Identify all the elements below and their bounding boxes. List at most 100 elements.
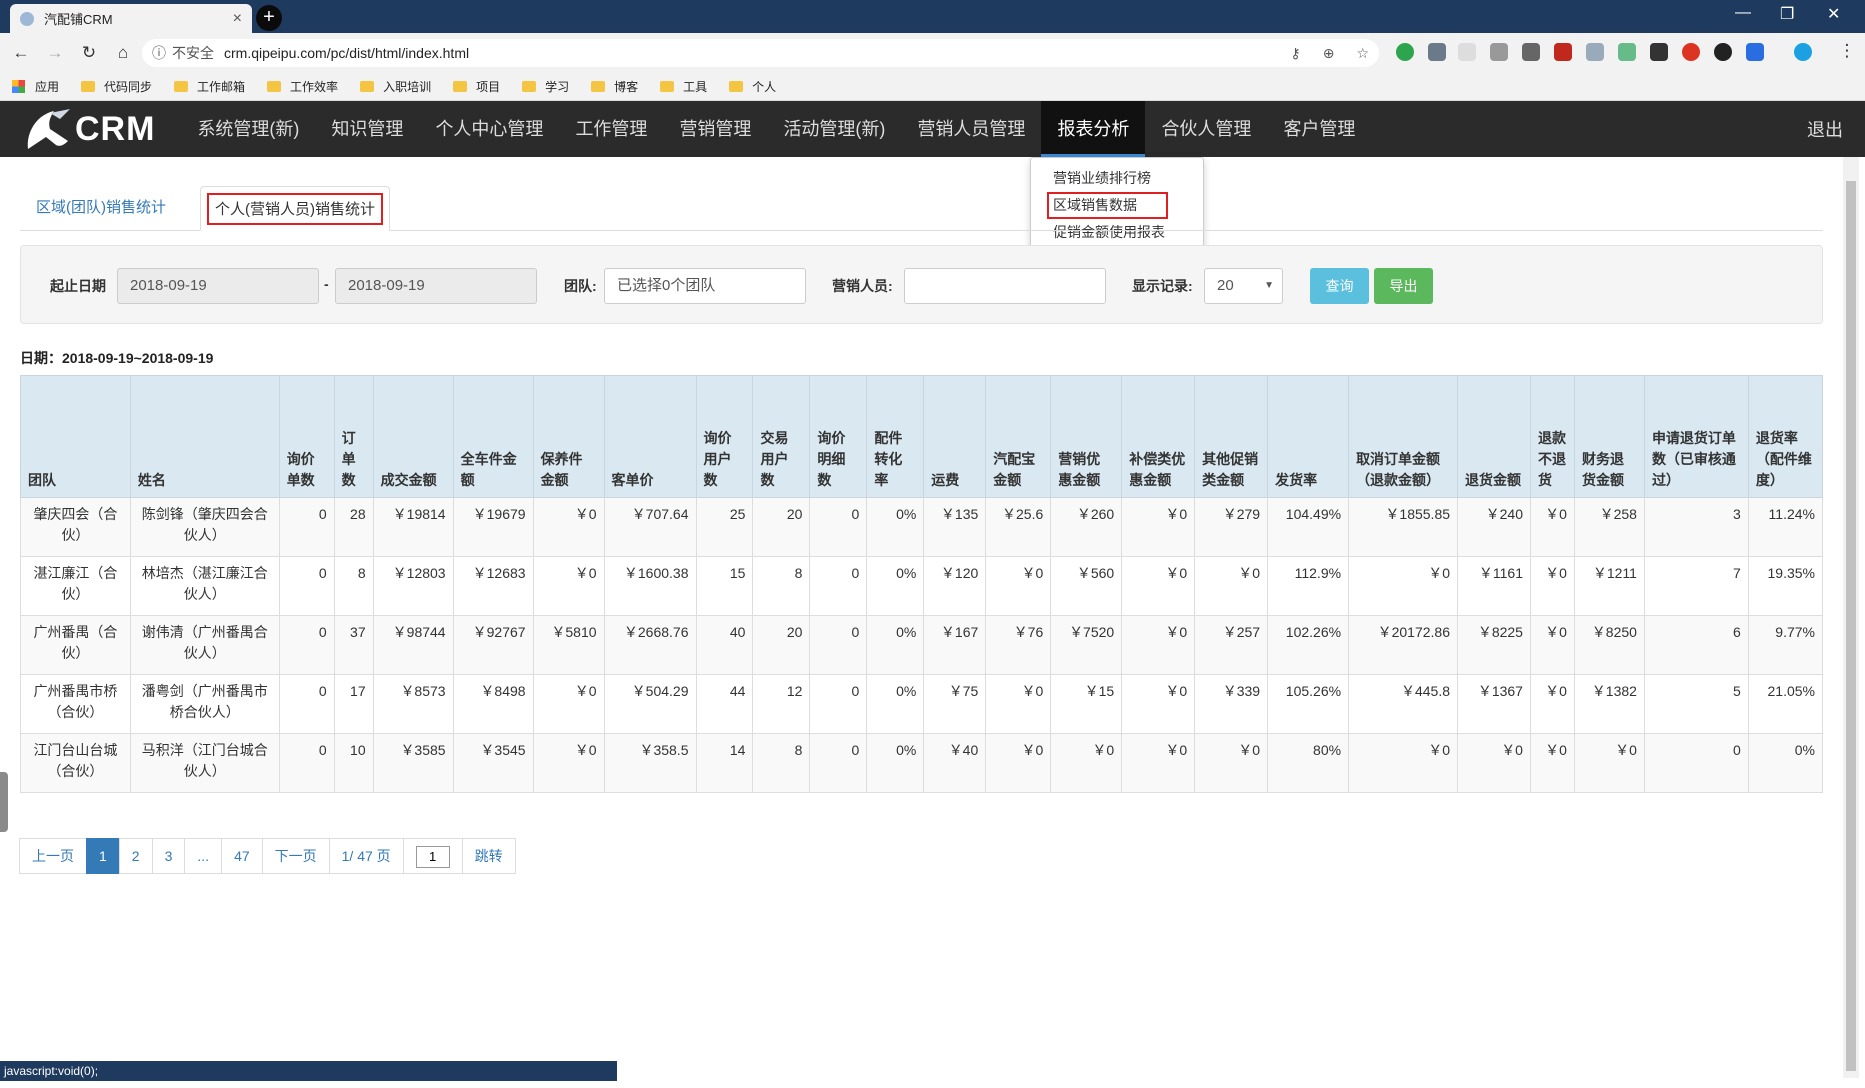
nav-activity[interactable]: 活动管理(新) [767,101,901,157]
pagination: 上一页 1 2 3 ... 47 下一页 1/ 47 页 跳转 [19,838,516,874]
table-cell: 湛江廉江（合伙） [20,556,131,616]
extension-icon[interactable] [1714,43,1732,61]
table-cell: 14 [695,733,754,793]
status-bar: javascript:void(0); [0,1061,617,1081]
nav-partners[interactable]: 合伙人管理 [1145,101,1267,157]
bookmark-folder[interactable]: 工作邮箱 [174,78,245,95]
helmet-logo-icon [27,109,70,149]
bookmark-apps[interactable]: 应用 [12,78,59,95]
adblock-icon[interactable] [1554,43,1572,61]
date-from-input[interactable]: 2018-09-19 [117,268,319,304]
extension-icon[interactable] [1490,43,1508,61]
extension-icon[interactable] [1522,43,1540,61]
extension-icon[interactable] [1650,43,1668,61]
table-cell: ￥0 [985,733,1052,793]
bookmark-folder[interactable]: 个人 [729,78,776,95]
menu-icon[interactable]: ⋮ [1834,41,1860,61]
extension-icon[interactable] [1428,43,1446,61]
bookmark-folder[interactable]: 代码同步 [81,78,152,95]
col-header: 退货金额 [1457,375,1531,498]
pinterest-icon[interactable] [1682,43,1700,61]
extension-icon[interactable] [1586,43,1604,61]
prev-page-button[interactable]: 上一页 [19,838,87,874]
bookmark-folder[interactable]: 工具 [660,78,707,95]
apps-icon [12,80,25,93]
team-select[interactable]: 已选择0个团队 [604,268,806,304]
scrollbar-thumb[interactable] [1846,181,1856,1071]
sales-staff-input[interactable] [904,268,1106,304]
table-cell: ￥8225 [1457,615,1531,675]
tab-regional-team[interactable]: 区域(团队)销售统计 [20,186,182,231]
table-cell: 0% [1747,733,1824,793]
folder-icon [81,81,96,92]
reload-icon[interactable]: ↻ [76,43,102,63]
table-cell: ￥76 [985,615,1052,675]
home-icon[interactable]: ⌂ [110,43,136,63]
close-window-icon[interactable]: ✕ [1827,4,1840,24]
back-icon[interactable]: ← [8,43,34,63]
nav-customers[interactable]: 客户管理 [1267,101,1371,157]
table-cell: ￥0 [1121,556,1196,616]
page-jump-input[interactable] [415,845,450,868]
col-header: 补偿类优惠金额 [1121,375,1196,498]
table-cell: 3 [1643,497,1749,557]
nav-personal-center[interactable]: 个人中心管理 [419,101,559,157]
extension-icon[interactable] [1746,43,1764,61]
table-cell: 广州番禺市桥（合伙） [20,674,131,734]
star-icon[interactable]: ☆ [1356,45,1369,62]
folder-icon [267,81,282,92]
extension-icon[interactable] [1396,43,1414,61]
table-cell: ￥0 [1121,733,1196,793]
table-cell: ￥0 [532,733,605,793]
folder-icon [522,81,537,92]
records-label: 显示记录: [1132,278,1193,294]
side-drawer-handle[interactable] [0,772,8,832]
date-range-label: 起止日期 [50,278,106,294]
page-47-button[interactable]: 47 [221,838,263,874]
export-button[interactable]: 导出 [1374,268,1433,304]
bookmark-folder[interactable]: 博客 [591,78,638,95]
close-tab-icon[interactable]: × [233,10,242,28]
page-3-button[interactable]: 3 [151,838,186,874]
nav-work[interactable]: 工作管理 [559,101,663,157]
forward-icon[interactable]: → [42,43,68,63]
zoom-icon[interactable]: ⊕ [1323,45,1335,62]
key-icon[interactable]: ⚷ [1290,45,1300,62]
profile-icon[interactable] [1794,43,1812,61]
restore-icon[interactable]: ❐ [1780,4,1794,24]
url-text[interactable]: crm.qipeipu.com/pc/dist/html/index.html [224,45,469,61]
logout-link[interactable]: 退出 [1807,116,1843,142]
extension-icon[interactable] [1618,43,1636,61]
bookmark-folder[interactable]: 项目 [453,78,500,95]
nav-marketing[interactable]: 营销管理 [663,101,767,157]
table-cell: 19.35% [1747,556,1824,616]
nav-reports[interactable]: 报表分析 [1041,101,1146,157]
page-1-button[interactable]: 1 [86,838,120,874]
logo[interactable]: CRM [20,105,155,153]
jump-button[interactable]: 跳转 [461,838,516,874]
col-header: 运费 [923,375,987,498]
omnibox[interactable]: ⓘ 不安全 crm.qipeipu.com/pc/dist/html/index… [142,39,1379,67]
new-tab-button[interactable]: + [256,5,282,31]
info-icon[interactable]: ⓘ [152,43,166,63]
records-select[interactable]: 20 ▼ [1204,268,1283,304]
table-cell: 15 [695,556,754,616]
page-scrollbar[interactable] [1843,157,1859,1078]
nav-knowledge[interactable]: 知识管理 [315,101,419,157]
date-to-input[interactable]: 2018-09-19 [335,268,537,304]
nav-sales-staff[interactable]: 营销人员管理 [901,101,1041,157]
page-2-button[interactable]: 2 [118,838,153,874]
bookmark-folder[interactable]: 学习 [522,78,569,95]
table-cell: ￥0 [1529,497,1575,557]
extension-icon[interactable] [1458,43,1476,61]
bookmark-folder[interactable]: 入职培训 [360,78,431,95]
folder-icon [174,81,189,92]
tab-personal-sales[interactable]: 个人(营销人员)销售统计 [200,186,390,231]
folder-icon [453,81,468,92]
minimize-icon[interactable]: — [1735,4,1751,22]
bookmark-folder[interactable]: 工作效率 [267,78,338,95]
query-button[interactable]: 查询 [1310,268,1369,304]
browser-tab[interactable]: 汽配铺CRM × [10,4,252,33]
nav-system[interactable]: 系统管理(新) [181,101,315,157]
next-page-button[interactable]: 下一页 [261,838,330,874]
